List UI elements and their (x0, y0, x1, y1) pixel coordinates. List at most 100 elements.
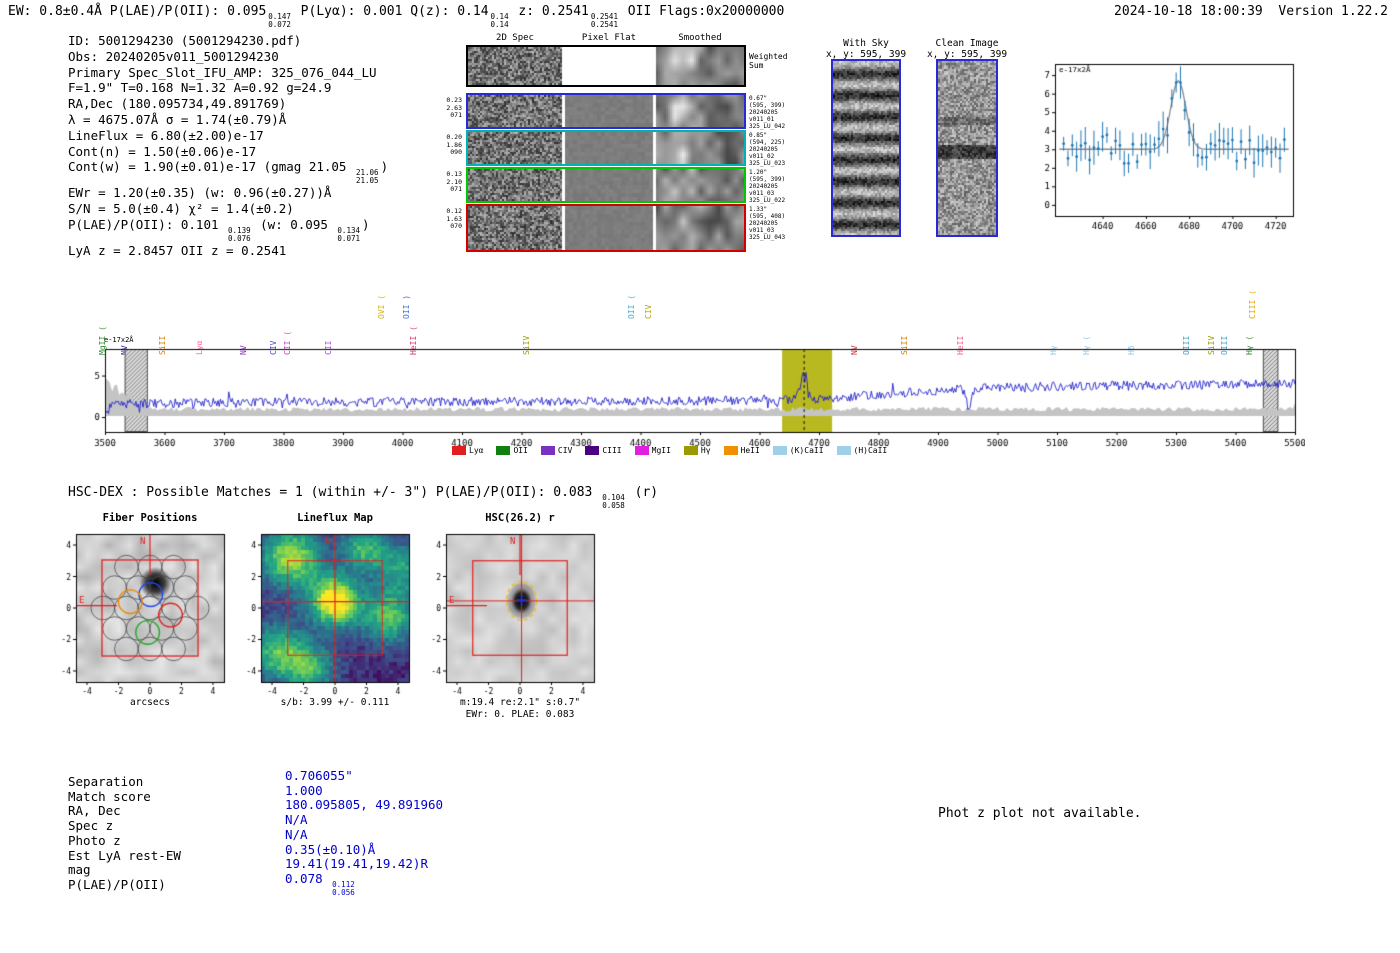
match-row-value: 0.078 0.112 0.056 (285, 871, 357, 897)
legend-item: HeII (723, 446, 760, 455)
text-segment: Obs: 20240205v011_5001294230 (68, 48, 279, 64)
info-line: λ = 4675.07Å σ = 1.74(±0.79)Å (68, 112, 388, 128)
text-segment: RA,Dec (180.095734,49.891769) (68, 96, 287, 112)
text-segment: EW: 0.8±0.4Å P(LAE)/P(OII): 0.095 (8, 4, 267, 19)
annotation-line: (595, 399) (749, 102, 786, 109)
stacked-uncertainty: 0.2541 0.2541 (591, 13, 618, 29)
legend-item: Lyα (452, 446, 483, 455)
fiber-positions-plot (46, 524, 238, 696)
legend-label: OII (513, 446, 528, 455)
spec2d-col-header-2: Pixel Flat (581, 33, 637, 43)
spec2d-row-canvas (468, 169, 744, 201)
spec2d-row (466, 167, 746, 203)
legend-item: OII (496, 446, 528, 455)
legend-item: (H)CaII (836, 446, 888, 455)
annotation-line: 325_LU_022 (749, 197, 786, 204)
annotation-line: 325_LU_043 (749, 234, 786, 241)
clean-image (938, 61, 996, 235)
spec2d-col-header-3: Smoothed (678, 33, 722, 43)
spec2d-row-left-values: 0.20 1.86 090 (444, 133, 462, 157)
match-row-value: 180.095805, 49.891960 (285, 797, 443, 812)
stacked-uncertainty: 0.112 0.056 (332, 880, 355, 897)
lower-value: 0.2541 (590, 20, 618, 29)
text-segment: F=1.9" T=0.168 N=1.32 A=0.92 g=24.9 (68, 80, 332, 96)
info-line: LineFlux = 6.80(±2.00)e-17 (68, 128, 388, 144)
match-row-label: Spec z (68, 818, 114, 834)
text-segment: LineFlux = 6.80(±2.00)e-17 (68, 127, 264, 143)
with-sky-title: With Sky (843, 38, 889, 49)
info-line: RA,Dec (180.095734,49.891769) (68, 96, 388, 112)
text-segment: 180.095805, 49.891960 (285, 797, 444, 813)
spec2d-row-canvas (468, 206, 744, 250)
legend-swatch (683, 446, 698, 455)
annotation-line: 20240205 (749, 183, 778, 190)
legend-swatch (836, 446, 851, 455)
annotation-line: (594, 225) (749, 139, 786, 146)
text-segment: HSC-DEX : Possible Matches = 1 (within +… (68, 485, 601, 500)
spectrum-legend: Lyα OII CIV CIII MgII Hγ HeII (K)CaII (H)CaII (452, 446, 887, 455)
text-segment: ID: 5001294230 (5001294230.pdf) (68, 33, 302, 48)
legend-label: Hγ (700, 446, 711, 455)
legend-swatch (585, 446, 600, 455)
legend-swatch (723, 446, 738, 455)
annotation-line: (595, 408) (749, 213, 786, 220)
report-datetime: 2024-10-18 18:00:39 (1114, 4, 1263, 19)
cutout-title-fiber: Fiber Positions (102, 512, 198, 524)
lower-value: 0.056 (332, 887, 355, 897)
text-segment: Cont(n) = 1.50(±0.06)e-17 (68, 143, 257, 159)
info-line: P(LAE)/P(OII): 0.101 0.139 0.076 (w: 0.09… (68, 217, 388, 243)
cutout-title-lineflux: Lineflux Map (297, 512, 373, 524)
info-line: Cont(n) = 1.50(±0.06)e-17 (68, 144, 388, 160)
legend-item: CIII (585, 446, 622, 455)
legend-label: HeII (740, 446, 760, 455)
legend-label: (H)CaII (853, 446, 888, 455)
text-segment: P(LAE)/P(OII): 0.101 (68, 216, 227, 232)
text-segment: 0.706055" (285, 768, 353, 783)
match-row-value: N/A (285, 812, 308, 827)
legend-swatch (634, 446, 649, 455)
match-row-label: RA, Dec (68, 803, 121, 819)
info-line: EWr = 1.20(±0.35) (w: 0.96(±0.27))Å (68, 185, 388, 201)
lineflux-map-plot (231, 524, 423, 696)
spectral-line-label: CIII ( (1248, 290, 1258, 319)
linefit-plot (1015, 48, 1307, 240)
spec2d-row-annotation: 1.20" (595, 399) 20240205 v011_03 325_LU_022 (749, 169, 785, 204)
with-sky-image (833, 61, 899, 235)
info-line: S/N = 5.0(±0.4) χ² = 1.4(±0.2) (68, 201, 388, 217)
full-spectrum-plot (85, 341, 1305, 447)
stacked-uncertainty: 0.147 0.072 (268, 13, 291, 29)
legend-swatch (772, 446, 787, 455)
text-segment: λ = 4675.07Å σ = 1.74(±0.79)Å (68, 111, 287, 127)
annotation-line: 1.33" (749, 206, 768, 213)
info-line: Primary Spec_Slot_IFU_AMP: 325_076_044_L… (68, 65, 388, 81)
spec2d-row (466, 204, 746, 252)
match-row-value: 0.35(±0.10)Å (285, 842, 375, 857)
spectral-line-label: OVI ( (377, 294, 387, 319)
match-row-label: Match score (68, 788, 151, 804)
text-segment: (w: 0.095 (252, 216, 336, 232)
stacked-uncertainty: 21.06 21.05 (356, 169, 379, 185)
stacked-uncertainty: 0.139 0.076 (228, 226, 251, 243)
weighted-sum-label: Weighted Sum (749, 52, 788, 70)
legend-item: MgII (634, 446, 671, 455)
annotation-line: 0.85" (749, 132, 768, 139)
text-segment: 0.078 (285, 870, 331, 886)
lower-value: 0.14 (490, 20, 509, 29)
text-segment: Primary Spec_Slot_IFU_AMP: 325_076_044_L… (68, 64, 377, 80)
info-line: Cont(w) = 1.90(±0.01)e-17 (gmag 21.05 21… (68, 159, 388, 185)
spectral-line-label: OII ) (401, 294, 411, 319)
spec2d-row-canvas (468, 132, 744, 164)
match-row-label: Separation (68, 774, 144, 789)
with-sky-panel (831, 59, 901, 237)
fiber-xlabel: arcsecs (129, 697, 171, 708)
text-segment: N/A (285, 812, 308, 828)
legend-item: CIV (540, 446, 572, 455)
text-segment: EWr = 1.20(±0.35) (w: 0.96(±0.27))Å (68, 185, 332, 201)
spec2d-row-canvas (468, 47, 744, 85)
annotation-line: 20240205 (749, 146, 778, 153)
hsc-dex-match-line: HSC-DEX : Possible Matches = 1 (within +… (68, 485, 658, 510)
match-row-label: mag (68, 862, 91, 878)
annotation-line: 20240205 (749, 220, 778, 227)
spectral-line-label: CIV (643, 304, 653, 319)
legend-swatch (540, 446, 555, 455)
